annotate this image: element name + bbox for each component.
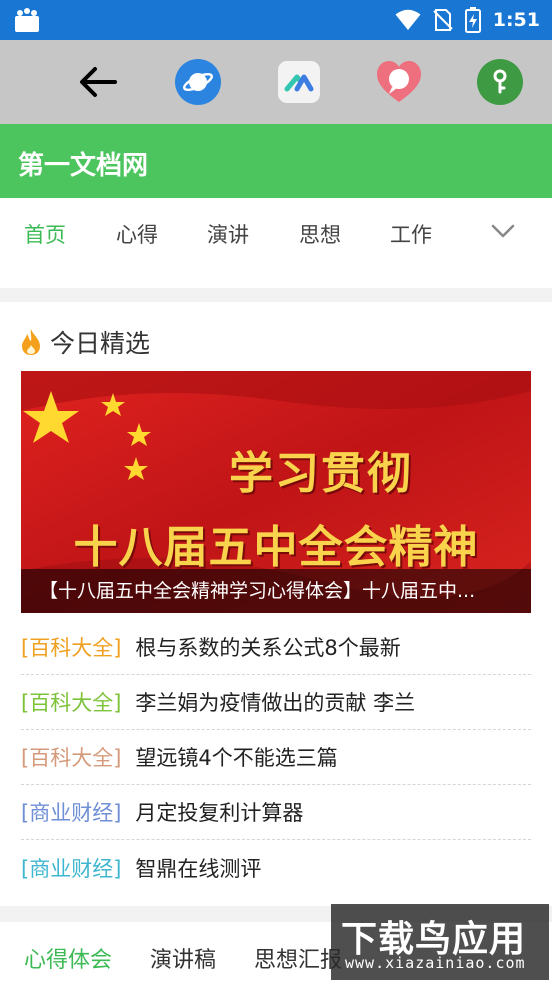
- banner-headline-1: 学习贯彻: [229, 448, 413, 499]
- planet-icon: [175, 59, 221, 105]
- news-title: 月定投复利计算器: [135, 801, 304, 825]
- store-app-button[interactable]: [274, 57, 324, 107]
- watermark-url: www.xiazainiao.com: [345, 954, 526, 972]
- category-nav: 首页 心得 演讲 思想 工作: [0, 198, 552, 288]
- key-app-button[interactable]: [475, 57, 525, 107]
- tab-speech[interactable]: 演讲: [207, 219, 249, 249]
- news-tag: [商业财经]: [21, 801, 122, 825]
- site-title: 第一文档网: [18, 151, 149, 181]
- news-tag: [百科大全]: [21, 636, 122, 660]
- news-title: 根与系数的关系公式8个最新: [135, 636, 401, 660]
- news-tag: [商业财经]: [21, 856, 122, 881]
- chat-heart-icon: [377, 61, 421, 102]
- list-item[interactable]: [百科大全] 望远镜4个不能选三篇: [21, 730, 531, 785]
- no-signal-icon: [433, 9, 453, 31]
- back-button[interactable]: [72, 57, 122, 107]
- today-title: 今日精选: [50, 329, 151, 358]
- tab-work[interactable]: 工作: [390, 219, 432, 249]
- notification-app-icon: [15, 8, 39, 32]
- today-section: 今日精选 学习贯彻 十八届五中全会精神 【十八届五中全会精神学习心得体会】十八届…: [0, 302, 552, 906]
- back-arrow-icon: [80, 67, 117, 97]
- app-logo-icon: [278, 61, 320, 103]
- chevron-down-icon[interactable]: [490, 218, 516, 244]
- wifi-icon: [395, 9, 421, 30]
- tab-experience[interactable]: 心得: [116, 219, 158, 249]
- list-item[interactable]: [百科大全] 李兰娟为疫情做出的贡献 李兰: [21, 675, 531, 730]
- news-tag: [百科大全]: [21, 691, 122, 715]
- news-title: 智鼎在线测评: [135, 856, 262, 881]
- flame-icon: [22, 329, 40, 355]
- site-header: 第一文档网: [0, 124, 552, 198]
- chat-app-button[interactable]: [374, 57, 424, 107]
- browser-app-button[interactable]: [173, 57, 223, 107]
- battery-charging-icon: [464, 7, 481, 33]
- news-list: [百科大全] 根与系数的关系公式8个最新 [百科大全] 李兰娟为疫情做出的贡献 …: [21, 620, 531, 895]
- banner-headline-2: 十八届五中全会精神: [73, 522, 479, 573]
- tab-home[interactable]: 首页: [24, 219, 66, 249]
- key-icon: [477, 59, 523, 105]
- watermark: 下载鸟应用 www.xiazainiao.com: [331, 904, 549, 980]
- list-item[interactable]: [商业财经] 月定投复利计算器: [21, 785, 531, 840]
- tab-thought-reports[interactable]: 思想汇报: [254, 942, 342, 974]
- browser-toolbar: [0, 40, 552, 124]
- tab-thought[interactable]: 思想: [299, 219, 341, 249]
- banner-caption: 【十八届五中全会精神学习心得体会】十八届五中...: [21, 569, 531, 613]
- tab-speeches[interactable]: 演讲稿: [150, 942, 216, 974]
- news-title: 望远镜4个不能选三篇: [135, 746, 338, 770]
- today-header: 今日精选: [20, 324, 150, 360]
- news-title: 李兰娟为疫情做出的贡献 李兰: [135, 691, 416, 715]
- list-item[interactable]: [百科大全] 根与系数的关系公式8个最新: [21, 620, 531, 675]
- featured-banner[interactable]: 学习贯彻 十八届五中全会精神 【十八届五中全会精神学习心得体会】十八届五中...: [21, 371, 531, 613]
- status-bar: 1:51: [0, 0, 552, 40]
- status-time: 1:51: [492, 9, 540, 31]
- news-tag: [百科大全]: [21, 746, 122, 770]
- tab-experience-essays[interactable]: 心得体会: [24, 942, 112, 974]
- list-item[interactable]: [商业财经] 智鼎在线测评: [21, 840, 531, 895]
